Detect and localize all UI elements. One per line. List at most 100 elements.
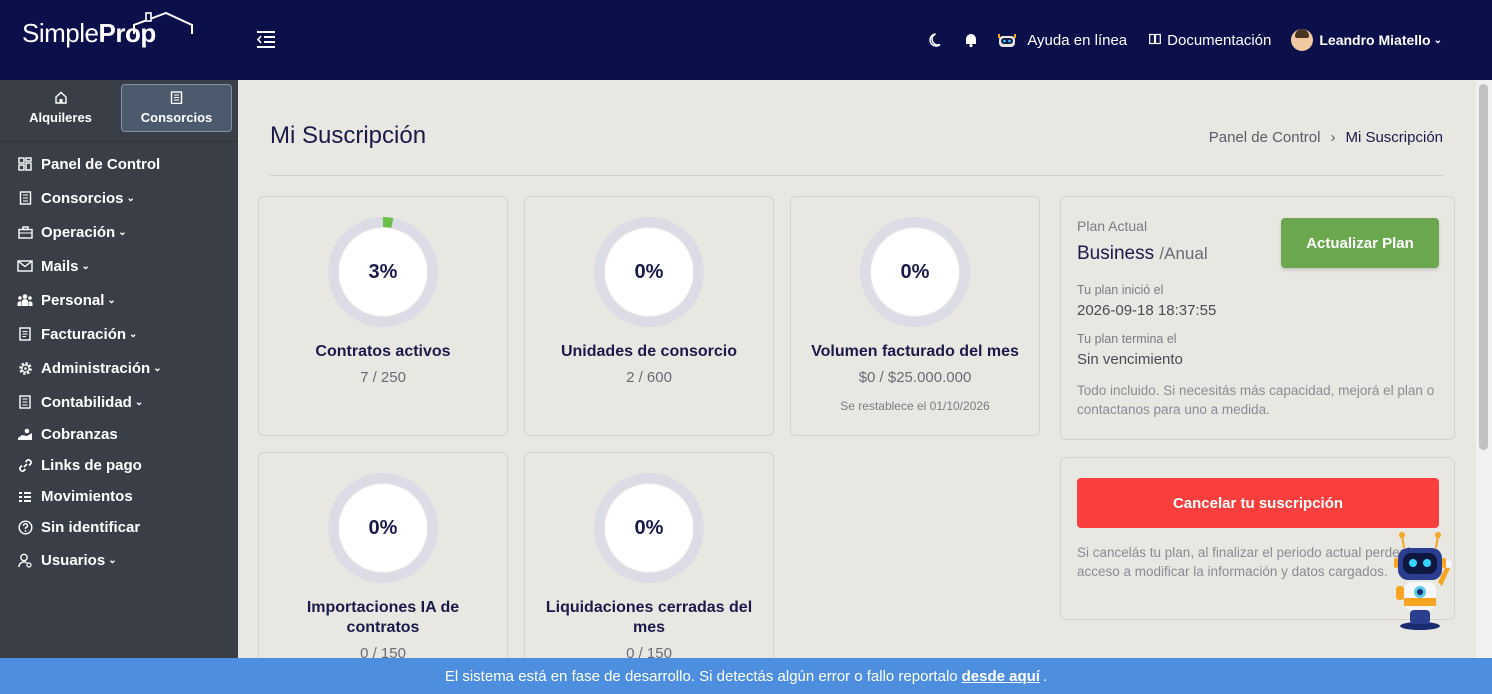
top-bar: SimpleProp Ayuda en línea Documentación … bbox=[0, 0, 1492, 80]
people-icon bbox=[17, 292, 33, 308]
chevron-down-icon: ⌄ bbox=[153, 362, 162, 374]
sidebar-item-usuarios[interactable]: Usuarios ⌄ bbox=[0, 543, 238, 577]
usage-title: Importaciones IA de contratos bbox=[306, 599, 460, 636]
chevron-down-icon: ⌄ bbox=[134, 396, 144, 408]
question-icon bbox=[17, 520, 33, 536]
invoice-icon bbox=[17, 326, 33, 342]
chevron-down-icon: ⌄ bbox=[129, 328, 138, 340]
sidebar-item-movimientos[interactable]: Movimientos bbox=[0, 481, 238, 512]
building-icon bbox=[17, 190, 33, 206]
avatar bbox=[1291, 29, 1314, 51]
moon-icon[interactable] bbox=[929, 32, 945, 48]
usage-title: Unidades de consorcio bbox=[560, 343, 738, 360]
cancel-subscription-button[interactable]: Cancelar tu suscripción bbox=[1077, 478, 1439, 528]
mail-icon bbox=[17, 258, 33, 274]
plan-period: /Anual bbox=[1159, 244, 1208, 263]
usage-percent: 0% bbox=[634, 261, 664, 283]
usage-card-importaciones: 0% Importaciones IA de contratos 0 / 150 bbox=[258, 452, 508, 692]
plan-description: Todo incluido. Si necesitás más capacida… bbox=[1077, 383, 1435, 417]
chevron-down-icon: ⌄ bbox=[107, 294, 116, 306]
switch-consorcios-button[interactable]: Consorcios bbox=[121, 84, 232, 132]
page-title: Mi Suscripción bbox=[270, 122, 427, 149]
development-banner: El sistema está en fase de desarrollo. S… bbox=[0, 658, 1492, 694]
chevron-down-icon: ⌄ bbox=[126, 192, 135, 204]
chevron-down-icon: ⌄ bbox=[1433, 34, 1442, 46]
usage-card-unidades: 0% Unidades de consorcio 2 / 600 bbox=[524, 196, 774, 436]
page-scrollbar[interactable] bbox=[1476, 80, 1492, 658]
usage-card-liquidaciones: 0% Liquidaciones cerradas del mes 0 / 15… bbox=[524, 452, 774, 692]
breadcrumb-link-panel[interactable]: Panel de Control bbox=[1209, 129, 1321, 146]
breadcrumb-separator: › bbox=[1330, 129, 1336, 146]
book-icon bbox=[1149, 33, 1162, 48]
breadcrumb-current: Mi Suscripción bbox=[1345, 129, 1443, 146]
bell-icon[interactable] bbox=[963, 32, 979, 48]
plan-start-value: 2026-09-18 18:37:55 bbox=[1077, 302, 1217, 319]
banner-text: El sistema está en fase de desarrollo. S… bbox=[444, 667, 958, 685]
bot-icon bbox=[998, 34, 1017, 47]
home-icon bbox=[54, 91, 68, 107]
briefcase-icon bbox=[17, 224, 33, 240]
chevron-down-icon: ⌄ bbox=[81, 260, 90, 272]
banner-suffix: . bbox=[1042, 667, 1048, 685]
sidebar-item-facturacion[interactable]: Facturación ⌄ bbox=[0, 317, 238, 351]
menu-toggle-icon[interactable] bbox=[255, 28, 277, 50]
reset-note: Se restablece el 01/10/2026 bbox=[840, 399, 990, 413]
building-icon bbox=[170, 91, 183, 107]
sidebar-item-consorcios[interactable]: Consorcios ⌄ bbox=[0, 181, 238, 215]
plan-end-value: Sin vencimiento bbox=[1077, 351, 1183, 368]
plan-end-label: Tu plan termina el bbox=[1077, 332, 1177, 346]
house-logo-icon bbox=[133, 12, 193, 34]
ledger-icon bbox=[17, 394, 33, 410]
help-online-link[interactable]: Ayuda en línea bbox=[997, 31, 1127, 49]
plan-name: Business /Anual bbox=[1077, 243, 1208, 264]
plan-label: Plan Actual bbox=[1077, 218, 1148, 234]
usage-title: Liquidaciones cerradas del mes bbox=[545, 599, 753, 636]
usage-title: Volumen facturado del mes bbox=[811, 343, 1019, 360]
main-content: Mi Suscripción Panel de Control › Mi Suscr… bbox=[238, 80, 1476, 692]
sidebar-item-personal[interactable]: Personal ⌄ bbox=[0, 283, 238, 317]
usage-percent: 3% bbox=[368, 261, 398, 283]
report-link[interactable]: desde aquí bbox=[962, 668, 1040, 685]
sidebar-item-links-de-pago[interactable]: Links de pago bbox=[0, 450, 238, 481]
sidebar-item-administracion[interactable]: Administración ⌄ bbox=[0, 351, 238, 385]
cash-icon bbox=[17, 427, 33, 443]
upgrade-plan-button[interactable]: Actualizar Plan bbox=[1281, 218, 1439, 268]
usage-count: 7 / 250 bbox=[360, 369, 406, 386]
usage-card-volumen: 0% Volumen facturado del mes $0 / $25.00… bbox=[790, 196, 1040, 436]
dashboard-icon bbox=[17, 156, 33, 172]
usage-title: Contratos activos bbox=[315, 343, 451, 360]
top-right-actions: Ayuda en línea Documentación Leandro Mia… bbox=[929, 0, 1492, 80]
current-plan-panel: Plan Actual Business /Anual Actualizar P… bbox=[1060, 196, 1455, 440]
app-logo[interactable]: SimpleProp bbox=[22, 12, 193, 49]
sidebar-item-cobranzas[interactable]: Cobranzas bbox=[0, 419, 238, 450]
usage-count: $0 / $25.000.000 bbox=[858, 369, 972, 386]
user-icon bbox=[17, 552, 33, 568]
sidebar-item-mails[interactable]: Mails ⌄ bbox=[0, 249, 238, 283]
chevron-down-icon: ⌄ bbox=[108, 554, 117, 566]
documentation-link[interactable]: Documentación bbox=[1149, 32, 1271, 49]
scrollbar-thumb[interactable] bbox=[1479, 84, 1488, 450]
usage-percent: 0% bbox=[368, 517, 398, 539]
assistant-robot-icon[interactable] bbox=[1392, 530, 1454, 632]
list-icon bbox=[17, 489, 33, 505]
module-switcher: Alquileres Consorcios bbox=[0, 80, 238, 142]
sidebar-nav: Panel de Control Consorcios ⌄ Operación ⌄ … bbox=[0, 142, 238, 577]
plan-start-label: Tu plan inició el bbox=[1077, 283, 1164, 297]
breadcrumb: Panel de Control › Mi Suscripción bbox=[1209, 129, 1443, 146]
sidebar-item-sin-identificar[interactable]: Sin identificar bbox=[0, 512, 238, 543]
divider bbox=[270, 175, 1443, 176]
gear-icon bbox=[17, 360, 33, 376]
chevron-down-icon: ⌄ bbox=[118, 226, 127, 238]
switch-alquileres-button[interactable]: Alquileres bbox=[6, 84, 115, 132]
sidebar-item-operacion[interactable]: Operación ⌄ bbox=[0, 215, 238, 249]
cancel-description: Si cancelás tu plan, al finalizar el per… bbox=[1077, 545, 1419, 579]
user-menu[interactable]: Leandro Miatello ⌄ bbox=[1291, 29, 1442, 51]
usage-card-contratos: 3% Contratos activos 7 / 250 bbox=[258, 196, 508, 436]
sidebar-item-panel-de-control[interactable]: Panel de Control bbox=[0, 147, 238, 181]
sidebar: Alquileres Consorcios Panel de Control C… bbox=[0, 80, 238, 694]
usage-percent: 0% bbox=[634, 517, 664, 539]
usage-count: 2 / 600 bbox=[626, 369, 672, 386]
sidebar-item-contabilidad[interactable]: Contabilidad ⌄ bbox=[0, 385, 238, 419]
usage-percent: 0% bbox=[900, 261, 930, 283]
link-icon bbox=[17, 458, 33, 474]
